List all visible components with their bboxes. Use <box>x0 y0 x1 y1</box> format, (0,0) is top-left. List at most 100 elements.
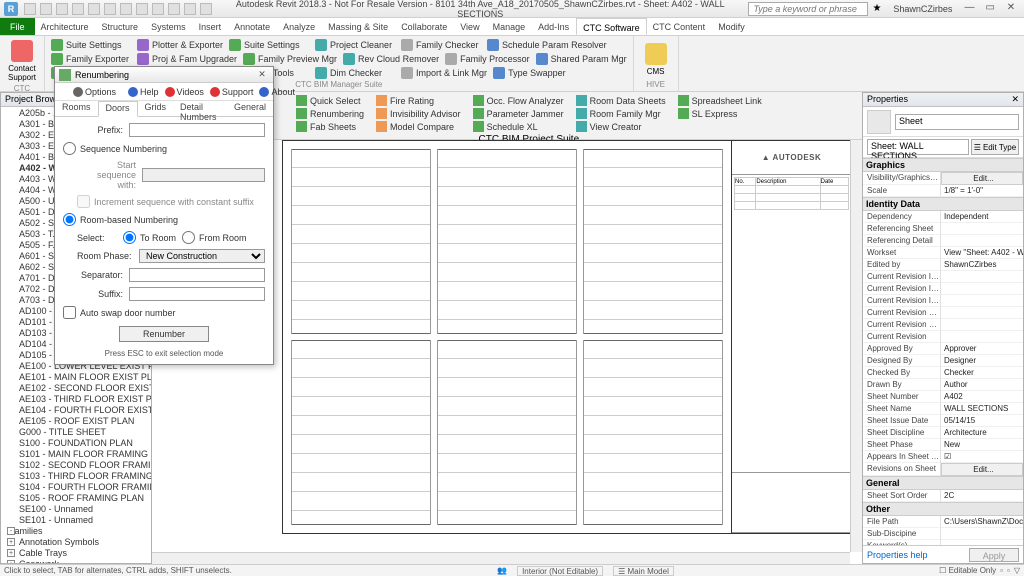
about-button[interactable]: About <box>259 87 295 97</box>
property-row[interactable]: Sheet NumberA402 <box>863 391 1023 403</box>
start-seq-input[interactable] <box>142 168 265 182</box>
property-row[interactable]: Appears In Sheet List☑ <box>863 451 1023 463</box>
browser-item[interactable]: AE104 - FOURTH FLOOR EXIST PLAN <box>1 405 151 416</box>
ribbon-tab-insert[interactable]: Insert <box>193 18 229 35</box>
minimize-icon[interactable]: — <box>960 2 978 16</box>
qat-tool-icon[interactable] <box>152 3 164 15</box>
help-button[interactable]: Help <box>128 87 159 97</box>
dialog-titlebar[interactable]: Renumbering ✕ <box>55 67 273 83</box>
property-row[interactable]: Checked ByChecker <box>863 367 1023 379</box>
proj-fam-upgrader-button[interactable]: Proj & Fam Upgrader <box>135 52 239 66</box>
project-cleaner-button[interactable]: Project Cleaner <box>313 38 397 52</box>
options-button[interactable]: Options <box>73 87 116 97</box>
property-row[interactable]: Sub-Discipine <box>863 528 1023 540</box>
property-row[interactable]: WorksetView "Sheet: A402 - WAL... <box>863 247 1023 259</box>
phase-select[interactable]: New Construction <box>139 249 265 263</box>
dialog-tab-rooms[interactable]: Rooms <box>55 101 98 116</box>
filter-icon[interactable]: ▽ <box>1014 566 1020 575</box>
ribbon-tab-massing-site[interactable]: Massing & Site <box>322 18 395 35</box>
renumbering-button[interactable]: Renumbering <box>294 107 366 120</box>
browser-item[interactable]: S100 - FOUNDATION PLAN <box>1 438 151 449</box>
property-row[interactable]: Sheet NameWALL SECTIONS <box>863 403 1023 415</box>
workset-selector[interactable]: Interior (Not Editable) <box>517 566 603 576</box>
expand-toggle-icon[interactable]: - <box>7 527 15 535</box>
instance-selector[interactable]: Sheet: WALL SECTIONS <box>867 139 969 155</box>
apply-button[interactable]: Apply <box>969 548 1019 562</box>
qat-tool-icon[interactable] <box>184 3 196 15</box>
browser-item[interactable]: SE100 - Unnamed <box>1 504 151 515</box>
star-icon[interactable]: ★ <box>872 3 881 14</box>
select-links-icon[interactable]: ▫ <box>1000 566 1003 575</box>
cms-button[interactable]: CMS <box>640 40 672 78</box>
parameter-jammer-button[interactable]: Parameter Jammer <box>471 107 566 120</box>
autoswap-checkbox[interactable] <box>63 306 76 319</box>
model-compare-button[interactable]: Model Compare <box>374 120 463 133</box>
property-row[interactable]: Sheet Sort Order2C <box>863 490 1023 502</box>
browser-item[interactable]: SE101 - Unnamed <box>1 515 151 526</box>
contact-support-button[interactable]: Contact Support <box>6 40 38 82</box>
wall-section-2[interactable] <box>437 149 577 334</box>
invisibility-advisor-button[interactable]: Invisibility Advisor <box>374 107 463 120</box>
renumber-button[interactable]: Renumber <box>119 326 209 342</box>
expand-toggle-icon[interactable]: + <box>7 560 15 563</box>
editable-only-toggle[interactable]: ☐ Editable Only <box>939 566 996 575</box>
separator-input[interactable] <box>129 268 265 282</box>
room-family-mgr-button[interactable]: Room Family Mgr <box>574 107 668 120</box>
ribbon-tab-annotate[interactable]: Annotate <box>228 18 277 35</box>
property-row[interactable]: Edited byShawnCZirbes <box>863 259 1023 271</box>
ribbon-tab-modify[interactable]: Modify <box>712 18 752 35</box>
select-pinned-icon[interactable]: ▫ <box>1007 566 1010 575</box>
ribbon-tab-ctc-content[interactable]: CTC Content <box>647 18 713 35</box>
from-room-radio[interactable]: From Room <box>182 231 247 244</box>
wall-section-6[interactable] <box>583 340 723 525</box>
family-processor-button[interactable]: Family Processor <box>443 52 532 66</box>
schedule-xl-button[interactable]: Schedule XL <box>471 120 566 133</box>
property-row[interactable]: Approved ByApprover <box>863 343 1023 355</box>
ribbon-tab-structure[interactable]: Structure <box>96 18 146 35</box>
shared-param-mgr-button[interactable]: Shared Param Mgr <box>534 52 629 66</box>
property-category[interactable]: General <box>863 476 1023 490</box>
family-exporter-button[interactable]: Family Exporter <box>49 52 133 66</box>
browser-item[interactable]: S105 - ROOF FRAMING PLAN <box>1 493 151 504</box>
property-row[interactable]: File PathC:\Users\ShawnZ\Docu... <box>863 516 1023 528</box>
family-preview-mgr-button[interactable]: Family Preview Mgr <box>241 52 339 66</box>
qat-save-icon[interactable] <box>40 3 52 15</box>
expand-toggle-icon[interactable]: + <box>7 549 15 557</box>
horizontal-scrollbar[interactable] <box>152 552 850 564</box>
qat-tool-icon[interactable] <box>120 3 132 15</box>
view-creator-button[interactable]: View Creator <box>574 120 668 133</box>
browser-item[interactable]: +Annotation Symbols <box>1 537 151 548</box>
property-row[interactable]: Current Revision <box>863 331 1023 343</box>
user-label[interactable]: ShawnCZirbes <box>893 4 952 14</box>
suite-settings-button[interactable]: Suite Settings <box>227 38 311 52</box>
property-row[interactable]: Referencing Sheet <box>863 223 1023 235</box>
wall-section-1[interactable] <box>291 149 431 334</box>
ribbon-tab-architecture[interactable]: Architecture <box>35 18 96 35</box>
qat-print-icon[interactable] <box>88 3 100 15</box>
browser-item[interactable]: S102 - SECOND FLOOR FRAMING PLAN <box>1 460 151 471</box>
sl-express-button[interactable]: SL Express <box>676 107 764 120</box>
wall-section-5[interactable] <box>437 340 577 525</box>
room-data-sheets-button[interactable]: Room Data Sheets <box>574 94 668 107</box>
property-row[interactable]: Sheet Issue Date05/14/15 <box>863 415 1023 427</box>
quick-select-button[interactable]: Quick Select <box>294 94 366 107</box>
browser-item[interactable]: S103 - THIRD FLOOR FRAMING PLAN <box>1 471 151 482</box>
rev-cloud-remover-button[interactable]: Rev Cloud Remover <box>341 52 441 66</box>
properties-grid[interactable]: GraphicsVisibility/Graphics Over...Edit.… <box>863 158 1023 545</box>
property-row[interactable]: Designed ByDesigner <box>863 355 1023 367</box>
browser-item[interactable]: AE102 - SECOND FLOOR EXIST PLAN <box>1 383 151 394</box>
dialog-tab-grids[interactable]: Grids <box>138 101 174 116</box>
ribbon-tab-add-ins[interactable]: Add-Ins <box>532 18 576 35</box>
close-icon[interactable]: ✕ <box>255 69 269 80</box>
to-room-radio[interactable]: To Room <box>123 231 176 244</box>
ribbon-tab-ctc-software[interactable]: CTC Software <box>576 18 647 35</box>
type-swapper-button[interactable]: Type Swapper <box>491 66 575 80</box>
property-row[interactable]: Visibility/Graphics Over...Edit... <box>863 172 1023 185</box>
close-icon[interactable]: ✕ <box>1002 2 1020 16</box>
browser-item[interactable]: G000 - TITLE SHEET <box>1 427 151 438</box>
spreadsheet-link-button[interactable]: Spreadsheet Link <box>676 94 764 107</box>
dim-checker-button[interactable]: Dim Checker <box>313 66 397 80</box>
property-category[interactable]: Graphics <box>863 158 1023 172</box>
import-link-mgr-button[interactable]: Import & Link Mgr <box>399 66 489 80</box>
browser-item[interactable]: -Families <box>1 526 151 537</box>
